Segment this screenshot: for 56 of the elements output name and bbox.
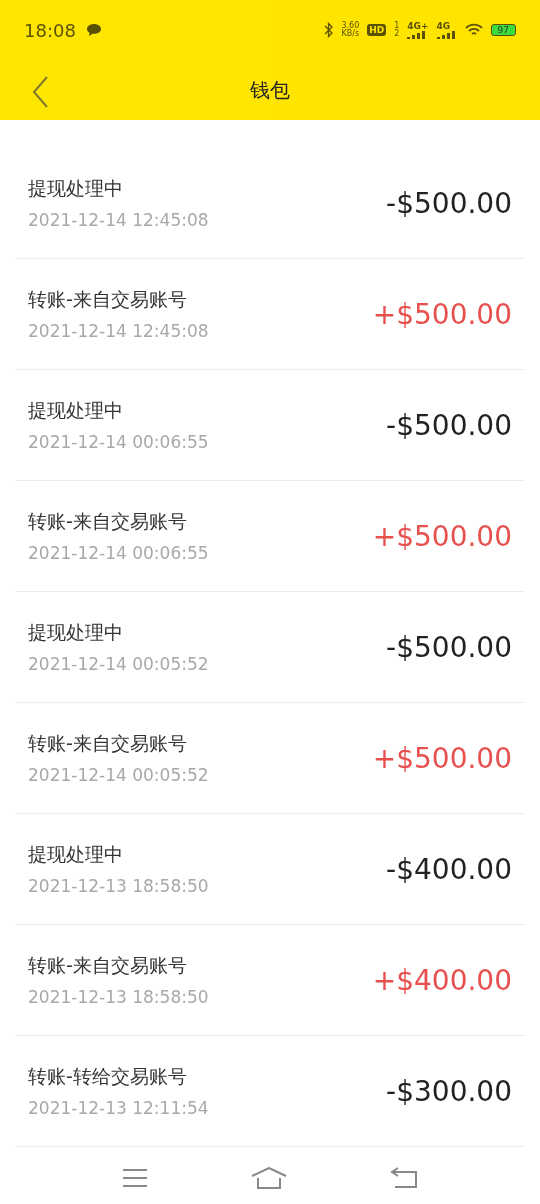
transaction-title: 转账-来自交易账号	[28, 509, 188, 534]
signal-icon	[436, 30, 457, 39]
network-type: 4G+	[407, 21, 429, 31]
home-button[interactable]	[249, 1165, 289, 1191]
transaction-amount: +$500.00	[372, 741, 512, 775]
transaction-amount: -$400.00	[386, 852, 512, 886]
transaction-row[interactable]: 转账-转给交易账号 2021-12-13 12:11:54 -$300.00	[15, 1036, 525, 1147]
transaction-amount: -$500.00	[386, 408, 512, 442]
transaction-date: 2021-12-14 12:45:08	[28, 210, 209, 230]
sim-number: 1	[394, 22, 400, 30]
transaction-date: 2021-12-13 18:58:50	[28, 987, 209, 1007]
transaction-row[interactable]: 提现处理中 2021-12-14 00:05:52 -$500.00	[15, 592, 525, 703]
sim-number: 2	[394, 30, 400, 38]
transaction-row[interactable]: 转账-来自交易账号 2021-12-14 00:06:55 +$500.00	[15, 481, 525, 592]
network-speed: 3.60	[341, 22, 360, 30]
transaction-date: 2021-12-13 12:11:54	[28, 1098, 209, 1118]
transaction-amount: +$400.00	[372, 963, 512, 997]
transaction-title: 转账-转给交易账号	[28, 1064, 188, 1089]
transaction-row[interactable]: 提现处理中 2021-12-14 00:06:55 -$500.00	[15, 370, 525, 481]
transaction-title: 转账-来自交易账号	[28, 953, 188, 978]
transaction-row[interactable]: 提现处理中 2021-12-13 18:58:50 -$400.00	[15, 814, 525, 925]
signal-icon	[407, 30, 428, 39]
status-time: 18:08	[24, 19, 76, 41]
transaction-date: 2021-12-14 00:06:55	[28, 432, 209, 452]
transaction-title: 转账-来自交易账号	[28, 287, 188, 312]
menu-icon	[121, 1168, 148, 1188]
transaction-date: 2021-12-14 00:05:52	[28, 654, 209, 674]
transaction-title: 转账-来自交易账号	[28, 731, 188, 756]
return-arrow-icon	[390, 1167, 419, 1189]
transaction-amount: +$500.00	[372, 519, 512, 553]
page-title: 钱包	[250, 76, 290, 104]
hd-badge: HD	[367, 24, 387, 36]
home-icon	[251, 1167, 287, 1189]
chat-bubble-icon	[85, 23, 102, 37]
transaction-row[interactable]: 转账-来自交易账号 2021-12-14 00:05:52 +$500.00	[15, 703, 525, 814]
transaction-title: 提现处理中	[28, 620, 124, 645]
transaction-title: 提现处理中	[28, 842, 124, 867]
transaction-title: 提现处理中	[28, 398, 124, 423]
speed-unit: KB/s	[341, 30, 360, 38]
transaction-date: 2021-12-14 00:06:55	[28, 543, 209, 563]
transaction-title: 提现处理中	[28, 176, 124, 201]
wifi-icon	[464, 23, 483, 37]
transaction-row[interactable]: 提现处理中 2021-12-14 12:45:08 -$500.00	[15, 148, 525, 259]
transaction-amount: -$500.00	[386, 630, 512, 664]
transaction-amount: +$500.00	[372, 297, 512, 331]
transaction-amount: -$500.00	[386, 186, 512, 220]
transaction-row[interactable]: 转账-来自交易账号 2021-12-14 12:45:08 +$500.00	[15, 259, 525, 370]
transaction-amount: -$300.00	[386, 1074, 512, 1108]
transaction-date: 2021-12-14 12:45:08	[28, 321, 209, 341]
transaction-date: 2021-12-14 00:05:52	[28, 765, 209, 785]
bluetooth-icon	[324, 22, 334, 38]
network-type: 4G	[436, 21, 451, 31]
back-chevron-icon	[32, 76, 48, 108]
transaction-row[interactable]: 转账-来自交易账号 2021-12-13 18:58:50 +$400.00	[15, 925, 525, 1036]
transaction-date: 2021-12-13 18:58:50	[28, 876, 209, 896]
battery-level: 97	[490, 24, 516, 36]
